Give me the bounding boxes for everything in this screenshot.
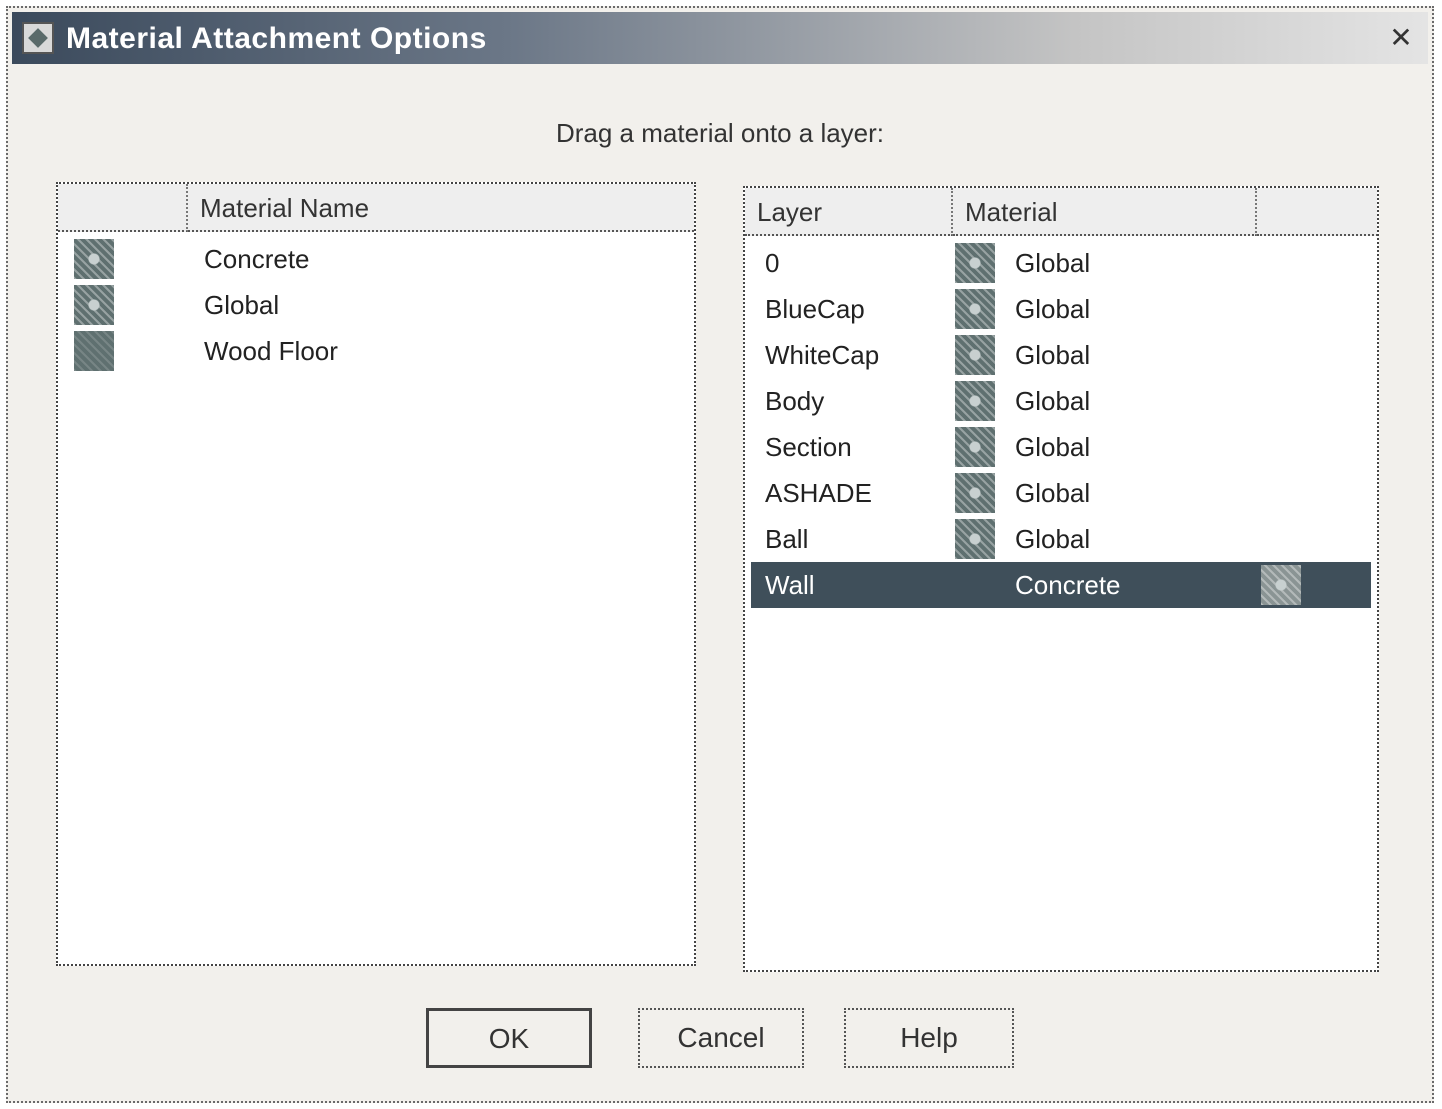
material-swatch-icon bbox=[74, 331, 114, 371]
title-bar[interactable]: Material Attachment Options ✕ bbox=[12, 12, 1428, 64]
table-row[interactable]: Section Global bbox=[745, 424, 1377, 470]
layer-name: Section bbox=[765, 432, 852, 462]
layer-material: Concrete bbox=[1015, 570, 1121, 600]
table-row[interactable]: 0 Global bbox=[745, 240, 1377, 286]
table-row-selected[interactable]: Wall Concrete bbox=[751, 562, 1371, 608]
material-name: Concrete bbox=[204, 244, 310, 274]
material-swatch-icon bbox=[955, 427, 995, 467]
material-swatch-icon bbox=[1261, 565, 1301, 605]
layer-name: ASHADE bbox=[765, 478, 872, 508]
layer-name: Body bbox=[765, 386, 825, 416]
instruction-text: Drag a material onto a layer: bbox=[555, 118, 885, 148]
material-swatch-icon bbox=[955, 519, 995, 559]
layer-material: Global bbox=[1015, 432, 1091, 462]
table-row[interactable]: Body Global bbox=[745, 378, 1377, 424]
material-attachment-dialog: Material Attachment Options ✕ Drag a mat… bbox=[6, 6, 1434, 1103]
material-swatch-icon bbox=[74, 239, 114, 279]
material-swatch-icon bbox=[955, 335, 995, 375]
app-icon bbox=[22, 22, 54, 54]
table-row[interactable]: WhiteCap Global bbox=[745, 332, 1377, 378]
layer-name: 0 bbox=[765, 248, 780, 278]
cancel-button[interactable]: Cancel bbox=[638, 1008, 804, 1068]
layer-material: Global bbox=[1015, 294, 1091, 324]
material-swatch-icon bbox=[74, 285, 114, 325]
layer-name: WhiteCap bbox=[765, 340, 880, 370]
help-button[interactable]: Help bbox=[844, 1008, 1014, 1068]
column-header-material-name[interactable]: Material Name bbox=[188, 184, 694, 232]
material-swatch-icon bbox=[955, 243, 995, 283]
ok-button[interactable]: OK bbox=[426, 1008, 592, 1068]
table-row[interactable]: BlueCap Global bbox=[745, 286, 1377, 332]
layers-list[interactable]: Layer Material 0 Global BlueCap Global W… bbox=[743, 186, 1379, 972]
table-row[interactable]: Ball Global bbox=[745, 516, 1377, 562]
materials-list[interactable]: Material Name Concrete Global Wood Floor bbox=[56, 182, 696, 966]
layer-material: Global bbox=[1015, 340, 1091, 370]
close-icon[interactable]: ✕ bbox=[1384, 22, 1418, 54]
column-header-material[interactable]: Material bbox=[953, 188, 1257, 236]
material-name: Global bbox=[204, 290, 280, 320]
list-item[interactable]: Wood Floor bbox=[58, 328, 694, 374]
layer-name: Ball bbox=[765, 524, 809, 554]
layer-material: Global bbox=[1015, 248, 1091, 278]
window-title: Material Attachment Options bbox=[66, 22, 487, 55]
list-item[interactable]: Global bbox=[58, 282, 694, 328]
material-swatch-icon bbox=[955, 381, 995, 421]
column-header-layer[interactable]: Layer bbox=[745, 188, 953, 236]
layer-material: Global bbox=[1015, 478, 1091, 508]
layer-material: Global bbox=[1015, 524, 1091, 554]
table-row[interactable]: ASHADE Global bbox=[745, 470, 1377, 516]
material-swatch-icon bbox=[955, 473, 995, 513]
layer-name: Wall bbox=[765, 570, 815, 600]
layer-material: Global bbox=[1015, 386, 1091, 416]
material-name: Wood Floor bbox=[204, 336, 338, 366]
layer-name: BlueCap bbox=[765, 294, 865, 324]
material-swatch-icon bbox=[955, 289, 995, 329]
list-item[interactable]: Concrete bbox=[58, 236, 694, 282]
column-header-icon[interactable] bbox=[58, 184, 188, 232]
column-header-extra[interactable] bbox=[1257, 188, 1377, 236]
